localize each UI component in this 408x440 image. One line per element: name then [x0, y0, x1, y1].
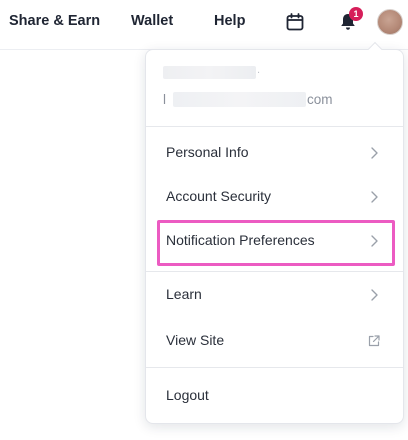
account-dropdown-menu: . l com Personal Info Account Security N… [145, 41, 404, 424]
menu-item-personal-info[interactable]: Personal Info [146, 133, 403, 173]
nav-wallet[interactable]: Wallet [131, 13, 173, 29]
menu-item-label: Personal Info [166, 144, 249, 160]
nav-share-earn[interactable]: Share & Earn [9, 13, 100, 29]
menu-item-label: Account Security [166, 188, 272, 204]
menu-item-notification-preferences[interactable]: Notification Preferences [146, 221, 403, 261]
nav-help[interactable]: Help [214, 13, 245, 29]
user-name-redacted [163, 66, 256, 79]
menu-item-logout[interactable]: Logout [146, 376, 403, 416]
menu-item-view-site[interactable]: View Site [146, 321, 403, 361]
menu-item-account-security[interactable]: Account Security [146, 177, 403, 217]
chevron-right-icon [371, 235, 378, 247]
menu-item-learn[interactable]: Learn [146, 275, 403, 315]
menu-item-label: Learn [166, 286, 202, 302]
external-link-icon [368, 335, 380, 347]
menu-item-label: Logout [166, 387, 209, 403]
top-navigation-bar: Share & Earn Wallet Help 1 [0, 0, 408, 44]
menu-divider [146, 126, 403, 127]
calendar-icon[interactable] [286, 13, 304, 36]
chevron-right-icon [371, 147, 378, 159]
notification-count-badge: 1 [349, 7, 363, 21]
menu-divider [146, 367, 403, 368]
chevron-right-icon [371, 289, 378, 301]
chevron-right-icon [371, 191, 378, 203]
avatar[interactable] [377, 9, 403, 35]
user-name-dot: . [257, 64, 261, 76]
user-email-redacted [173, 92, 306, 107]
menu-divider [146, 271, 403, 272]
user-email-prefix: l [163, 92, 166, 107]
menu-item-label: View Site [166, 332, 225, 348]
dropdown-caret [367, 41, 383, 57]
user-email-suffix: com [307, 92, 333, 107]
menu-item-label: Notification Preferences [166, 232, 315, 248]
